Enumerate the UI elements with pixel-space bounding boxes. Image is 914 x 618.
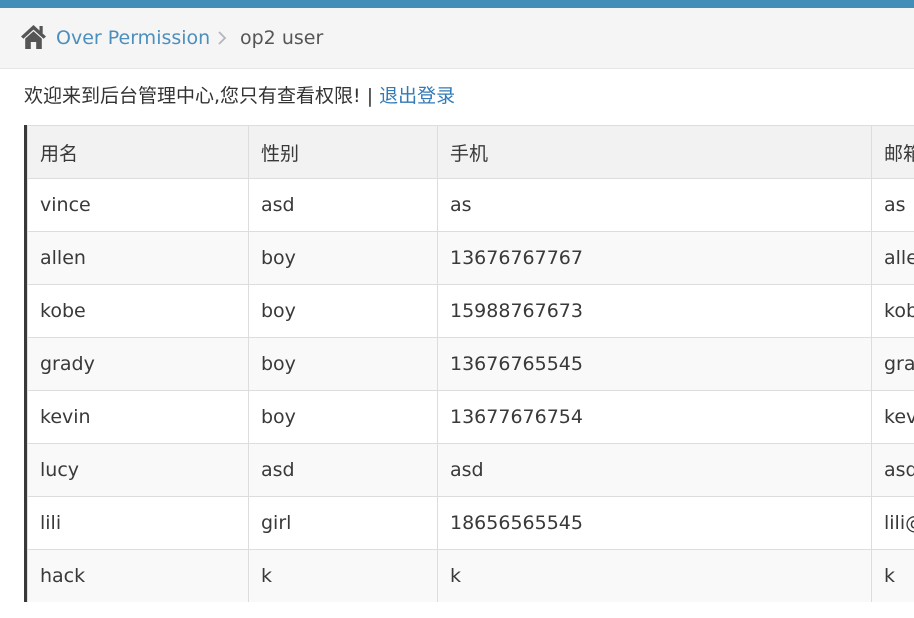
cell-gender: boy [248,284,438,338]
table-row: kobe boy 15988767673 kob [27,284,914,338]
cell-email: asd [871,443,914,497]
cell-phone: k [437,549,872,602]
cell-username: allen [27,231,249,285]
cell-gender: asd [248,443,438,497]
cell-phone: 13677676754 [437,390,872,444]
cell-username: grady [27,337,249,391]
table-row: vince asd as as [27,178,914,232]
chevron-right-icon [218,31,227,45]
cell-phone: as [437,178,872,232]
cell-gender: boy [248,390,438,444]
table-row: lucy asd asd asd [27,443,914,497]
cell-email: k [871,549,914,602]
table-header-row: 用名 性别 手机 邮箱 [27,125,914,179]
table-row: lili girl 18656565545 lili@ [27,496,914,550]
cell-phone: asd [437,443,872,497]
cell-username: kobe [27,284,249,338]
logout-link[interactable]: 退出登录 [379,85,455,107]
column-header-gender: 性别 [248,125,438,179]
column-header-email: 邮箱 [871,125,914,179]
table-row: kevin boy 13677676754 kev [27,390,914,444]
welcome-text: 欢迎来到后台管理中心,您只有查看权限! [24,85,361,107]
user-table-container: 用名 性别 手机 邮箱 vince asd as as allen boy 13… [24,125,914,602]
cell-email: alle [871,231,914,285]
column-header-phone: 手机 [437,125,872,179]
cell-gender: k [248,549,438,602]
top-accent-bar [0,0,914,8]
cell-gender: boy [248,231,438,285]
column-header-username: 用名 [27,125,249,179]
cell-username: lili [27,496,249,550]
home-icon[interactable] [20,24,47,50]
breadcrumb-current: op2 user [240,27,324,49]
cell-phone: 13676765545 [437,337,872,391]
welcome-message-row: 欢迎来到后台管理中心,您只有查看权限! | 退出登录 [24,83,455,109]
welcome-separator: | [366,85,374,107]
breadcrumb: Over Permission op2 user [0,8,914,69]
cell-gender: asd [248,178,438,232]
cell-phone: 18656565545 [437,496,872,550]
cell-email: kev [871,390,914,444]
cell-username: lucy [27,443,249,497]
user-table: 用名 性别 手机 邮箱 vince asd as as allen boy 13… [27,125,914,602]
cell-email: kob [871,284,914,338]
cell-username: kevin [27,390,249,444]
cell-username: hack [27,549,249,602]
table-row: hack k k k [27,549,914,602]
cell-email: as [871,178,914,232]
table-row: grady boy 13676765545 grad [27,337,914,391]
cell-gender: girl [248,496,438,550]
cell-gender: boy [248,337,438,391]
cell-email: grad [871,337,914,391]
breadcrumb-link-over-permission[interactable]: Over Permission [56,25,210,51]
cell-email: lili@ [871,496,914,550]
cell-phone: 15988767673 [437,284,872,338]
cell-phone: 13676767767 [437,231,872,285]
cell-username: vince [27,178,249,232]
table-row: allen boy 13676767767 alle [27,231,914,285]
